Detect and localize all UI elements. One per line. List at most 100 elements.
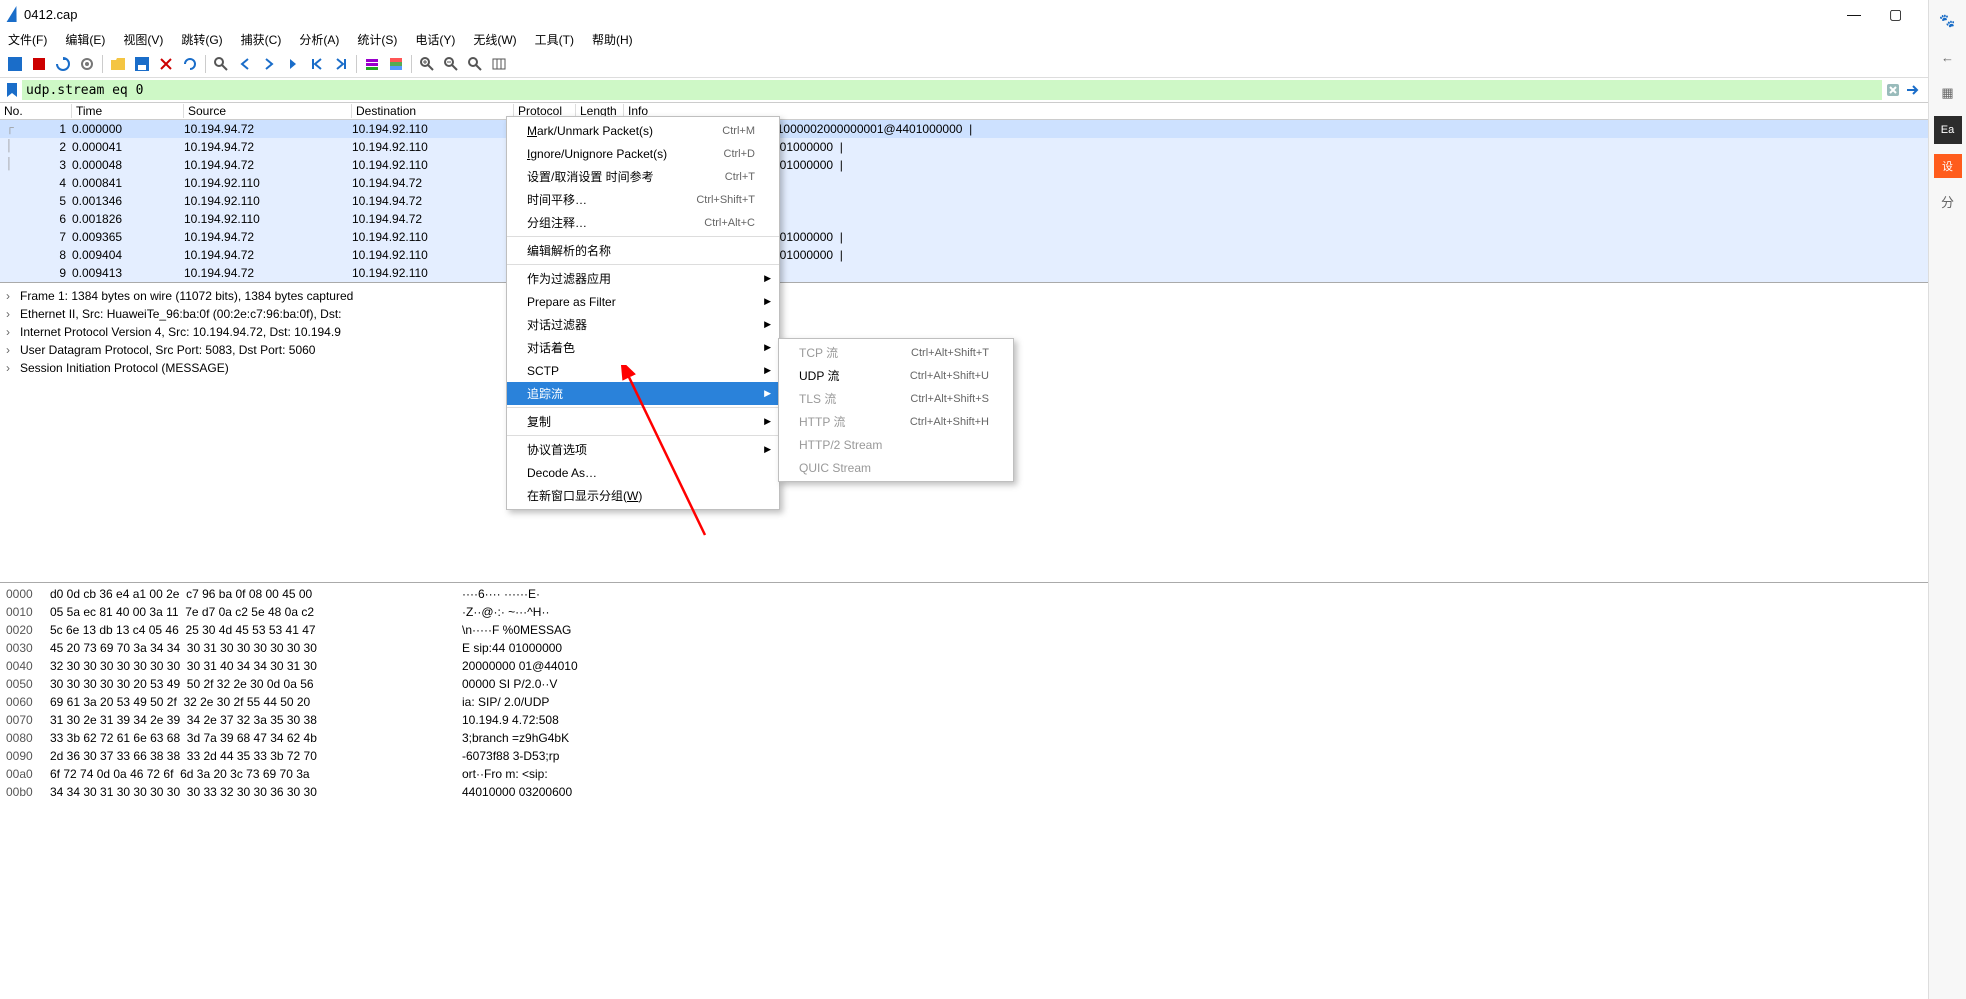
go-last-button[interactable] [330, 53, 352, 75]
packet-row[interactable]: 4 0.00084110.194.92.11010.194.94.72 [0, 174, 1966, 192]
bookmark-icon[interactable] [4, 82, 20, 98]
zoom-out-button[interactable] [440, 53, 462, 75]
detail-line[interactable]: User Datagram Protocol, Src Port: 5083, … [20, 343, 315, 357]
column-time[interactable]: Time [72, 104, 184, 118]
menu-telephony[interactable]: 电话(Y) [411, 29, 459, 50]
packet-row[interactable]: 7 0.00936510.194.94.7210.194.92.110 :440… [0, 228, 1966, 246]
sidebar-settings-button[interactable]: 设 [1934, 154, 1962, 178]
context-menu-item[interactable]: 复制▶ [507, 410, 779, 433]
auto-scroll-button[interactable] [361, 53, 383, 75]
context-menu-item[interactable]: 分组注释…Ctrl+Alt+C [507, 211, 779, 234]
context-menu-item[interactable]: 时间平移…Ctrl+Shift+T [507, 188, 779, 211]
capture-options-button[interactable] [76, 53, 98, 75]
restart-capture-button[interactable] [52, 53, 74, 75]
clear-filter-button[interactable] [1884, 81, 1902, 99]
open-file-button[interactable] [107, 53, 129, 75]
save-file-button[interactable] [131, 53, 153, 75]
context-menu-item[interactable]: 对话过滤器▶ [507, 313, 779, 336]
menu-help[interactable]: 帮助(H) [588, 29, 637, 50]
go-to-packet-button[interactable] [282, 53, 304, 75]
hex-line[interactable]: 004032 30 30 30 30 30 30 30 30 31 40 34 … [6, 659, 1960, 677]
sidebar-split-button[interactable]: 分 [1935, 188, 1961, 214]
context-menu-item[interactable]: SCTP▶ [507, 359, 779, 382]
expand-icon[interactable]: › [6, 343, 20, 357]
packet-row[interactable]: 6 0.00182610.194.92.11010.194.94.72 [0, 210, 1966, 228]
packet-row[interactable]: 5 0.00134610.194.92.11010.194.94.72 [0, 192, 1966, 210]
detail-line[interactable]: Internet Protocol Version 4, Src: 10.194… [20, 325, 341, 339]
go-first-button[interactable] [306, 53, 328, 75]
context-menu-item[interactable]: 对话着色▶ [507, 336, 779, 359]
menu-wireless[interactable]: 无线(W) [469, 29, 520, 50]
packet-row[interactable]: │3 0.00004810.194.94.7210.194.92.110 :44… [0, 156, 1966, 174]
column-info[interactable]: Info [624, 104, 1966, 118]
column-destination[interactable]: Destination [352, 104, 514, 118]
start-capture-button[interactable] [4, 53, 26, 75]
menu-view[interactable]: 视图(V) [119, 29, 167, 50]
hex-line[interactable]: 00b034 34 30 31 30 30 30 30 30 33 32 30 … [6, 785, 1960, 803]
expand-icon[interactable]: › [6, 307, 20, 321]
packet-row[interactable]: 8 0.00940410.194.94.7210.194.92.110 :440… [0, 246, 1966, 264]
context-menu-item[interactable]: 协议首选项▶ [507, 438, 779, 461]
apply-filter-button[interactable] [1904, 81, 1922, 99]
context-menu-item[interactable]: Decode As… [507, 461, 779, 484]
hex-line[interactable]: 006069 61 3a 20 53 49 50 2f 32 2e 30 2f … [6, 695, 1960, 713]
colorize-button[interactable] [385, 53, 407, 75]
context-menu-item[interactable]: 作为过滤器应用▶ [507, 267, 779, 290]
expand-icon[interactable]: › [6, 325, 20, 339]
packet-row[interactable]: ┌1 0.00000010.194.94.7210.194.92.110SIP1… [0, 120, 1966, 138]
submenu-item: QUIC Stream [779, 456, 1013, 479]
context-menu-item[interactable]: Mark/Unmark Packet(s)Ctrl+M [507, 119, 779, 142]
menu-analyze[interactable]: 分析(A) [295, 29, 343, 50]
menu-go[interactable]: 跳转(G) [177, 29, 226, 50]
sidebar-back-icon[interactable]: ← [1935, 44, 1961, 70]
column-no[interactable]: No. [0, 104, 72, 118]
close-file-button[interactable] [155, 53, 177, 75]
context-menu-item[interactable]: 编辑解析的名称 [507, 239, 779, 262]
find-packet-button[interactable] [210, 53, 232, 75]
menu-capture[interactable]: 捕获(C) [237, 29, 286, 50]
hex-line[interactable]: 00902d 36 30 37 33 66 38 38 33 2d 44 35 … [6, 749, 1960, 767]
hex-line[interactable]: 001005 5a ec 81 40 00 3a 11 7e d7 0a c2 … [6, 605, 1960, 623]
context-menu-item[interactable]: 在新窗口显示分组(W) [507, 484, 779, 507]
hex-line[interactable]: 0000d0 0d cb 36 e4 a1 00 2e c7 96 ba 0f … [6, 587, 1960, 605]
stop-capture-button[interactable] [28, 53, 50, 75]
hex-line[interactable]: 005030 30 30 30 30 20 53 49 50 2f 32 2e … [6, 677, 1960, 695]
menu-statistics[interactable]: 统计(S) [353, 29, 401, 50]
minimize-button[interactable]: — [1847, 6, 1861, 23]
reload-button[interactable] [179, 53, 201, 75]
detail-line[interactable]: Frame 1: 1384 bytes on wire (11072 bits)… [20, 289, 353, 303]
expand-icon[interactable]: › [6, 361, 20, 375]
zoom-reset-button[interactable] [464, 53, 486, 75]
packet-row[interactable]: 9 0.00941310.194.94.7210.194.92.110 [0, 264, 1966, 282]
hex-line[interactable]: 00205c 6e 13 db 13 c4 05 46 25 30 4d 45 … [6, 623, 1960, 641]
menu-tools[interactable]: 工具(T) [531, 29, 578, 50]
hex-line[interactable]: 007031 30 2e 31 39 34 2e 39 34 2e 37 32 … [6, 713, 1960, 731]
zoom-in-button[interactable] [416, 53, 438, 75]
resize-columns-button[interactable] [488, 53, 510, 75]
sidebar-paw-icon[interactable]: 🐾 [1935, 8, 1961, 34]
go-next-button[interactable] [258, 53, 280, 75]
go-prev-button[interactable] [234, 53, 256, 75]
context-menu: Mark/Unmark Packet(s)Ctrl+MIgnore/Unigno… [506, 116, 780, 510]
menu-separator [507, 236, 779, 237]
context-menu-item[interactable]: 设置/取消设置 时间参考Ctrl+T [507, 165, 779, 188]
context-menu-item[interactable]: 追踪流▶ [507, 382, 779, 405]
context-menu-item[interactable]: Prepare as Filter▶ [507, 290, 779, 313]
display-filter-input[interactable] [22, 80, 1882, 100]
sidebar-ea-button[interactable]: Ea [1934, 116, 1962, 144]
sidebar-grid-icon[interactable]: ▦ [1935, 80, 1961, 106]
detail-line[interactable]: Session Initiation Protocol (MESSAGE) [20, 361, 229, 375]
menu-file[interactable]: 文件(F) [4, 29, 51, 50]
context-menu-item[interactable]: Ignore/Unignore Packet(s)Ctrl+D [507, 142, 779, 165]
menu-edit[interactable]: 编辑(E) [61, 29, 109, 50]
packet-row[interactable]: │2 0.00004110.194.94.7210.194.92.110 :44… [0, 138, 1966, 156]
maximize-button[interactable]: ▢ [1889, 6, 1902, 23]
submenu-item[interactable]: UDP 流Ctrl+Alt+Shift+U [779, 364, 1013, 387]
detail-line[interactable]: Ethernet II, Src: HuaweiTe_96:ba:0f (00:… [20, 307, 342, 321]
column-source[interactable]: Source [184, 104, 352, 118]
packet-bytes-pane[interactable]: 0000d0 0d cb 36 e4 a1 00 2e c7 96 ba 0f … [0, 582, 1966, 812]
hex-line[interactable]: 003045 20 73 69 70 3a 34 34 30 31 30 30 … [6, 641, 1960, 659]
expand-icon[interactable]: › [6, 289, 20, 303]
hex-line[interactable]: 00a06f 72 74 0d 0a 46 72 6f 6d 3a 20 3c … [6, 767, 1960, 785]
hex-line[interactable]: 008033 3b 62 72 61 6e 63 68 3d 7a 39 68 … [6, 731, 1960, 749]
